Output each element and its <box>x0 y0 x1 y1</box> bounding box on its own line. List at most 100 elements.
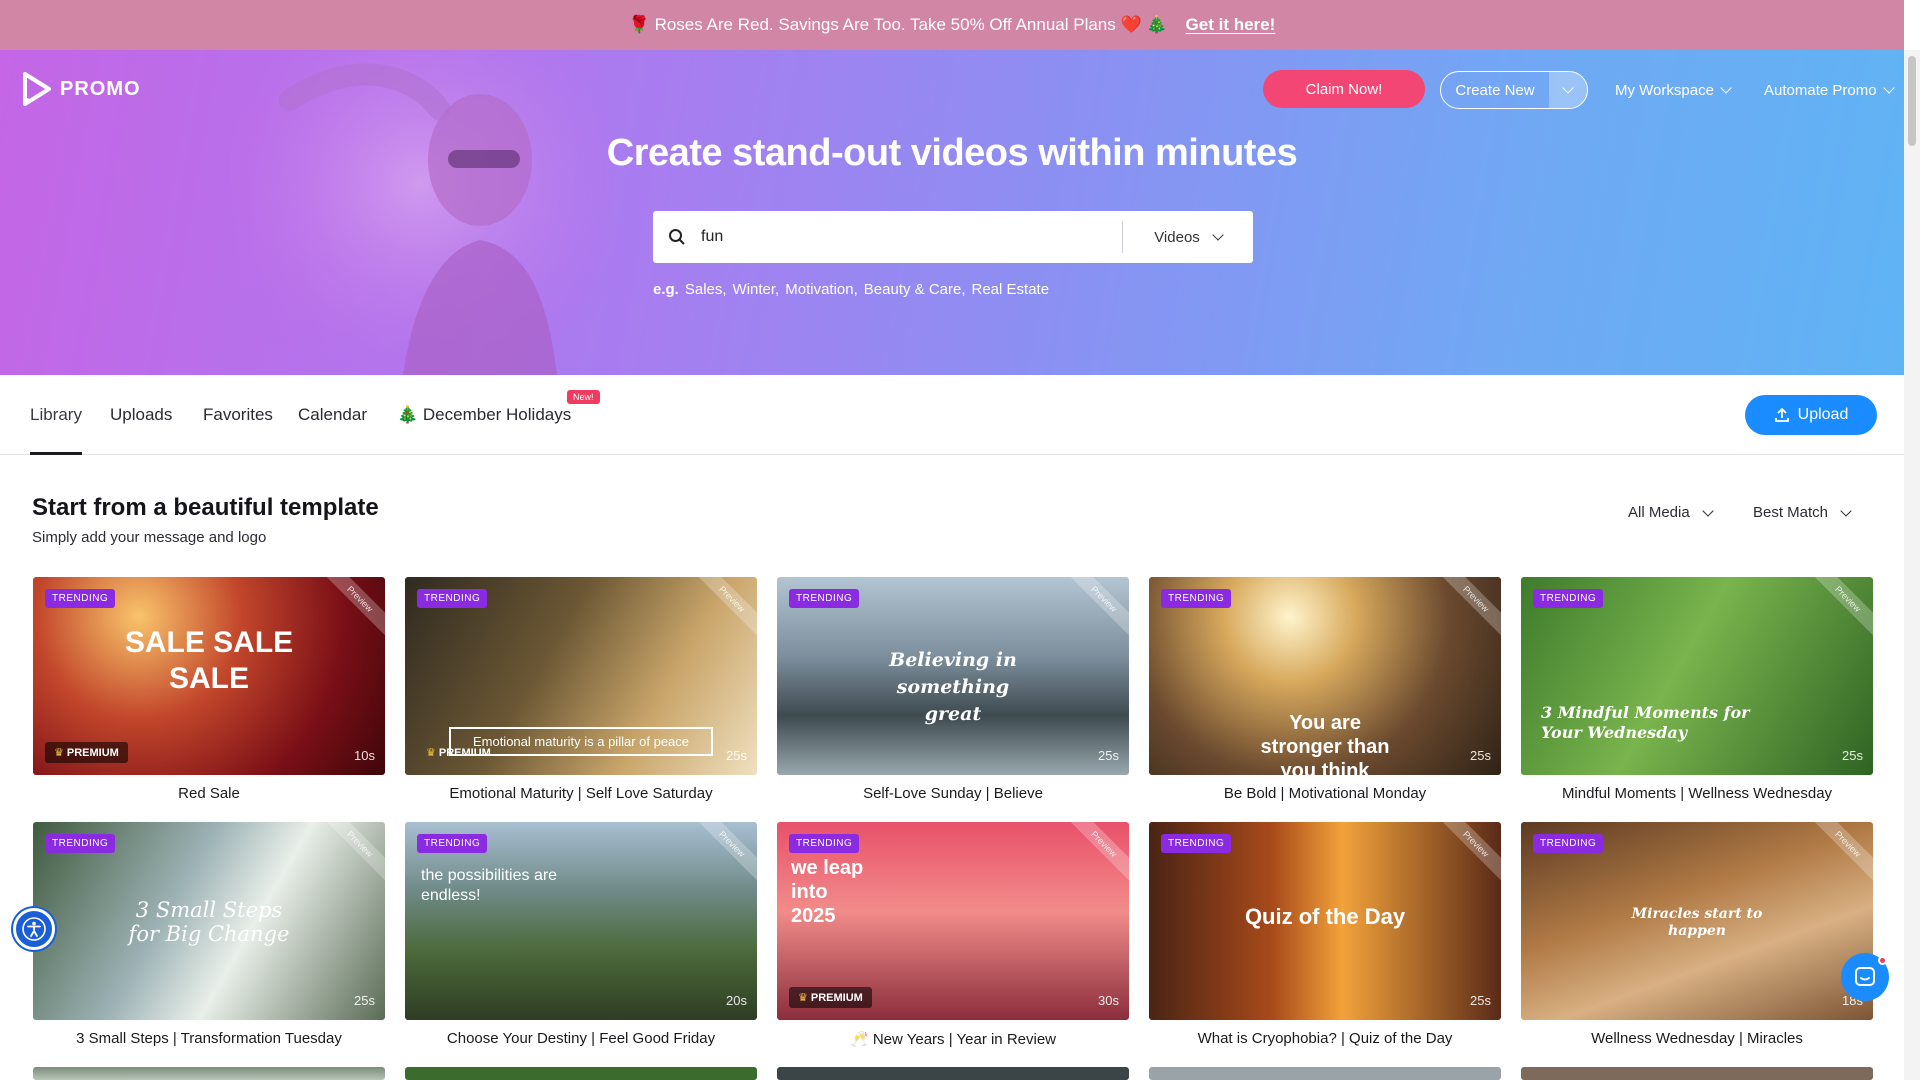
create-new-dropdown[interactable] <box>1549 72 1587 108</box>
template-thumbnail[interactable] <box>1149 1067 1501 1080</box>
template-card[interactable]: TRENDING Preview SALE SALE SALE ♛ PREMIUM… <box>33 577 385 802</box>
tab-calendar[interactable]: Calendar <box>298 405 367 455</box>
upload-button[interactable]: Upload <box>1745 395 1877 435</box>
trending-badge: TRENDING <box>789 589 860 608</box>
template-card[interactable]: TRENDING Preview Emotional maturity is a… <box>405 577 757 802</box>
template-thumbnail[interactable]: TRENDING Preview Emotional maturity is a… <box>405 577 757 775</box>
promo-banner-link[interactable]: Get it here! <box>1186 15 1276 35</box>
template-title[interactable]: What is Cryophobia? | Quiz of the Day <box>1149 1030 1501 1047</box>
search-examples: e.g. Sales, Winter, Motivation, Beauty &… <box>653 281 1049 298</box>
tab-december-holidays[interactable]: 🎄 December Holidays <box>397 405 571 455</box>
tab-library[interactable]: Library <box>30 405 82 455</box>
template-title[interactable]: Emotional Maturity | Self Love Saturday <box>405 785 757 802</box>
trending-badge: TRENDING <box>417 589 488 608</box>
template-title[interactable]: 🥂 New Years | Year in Review <box>777 1030 1129 1048</box>
template-title[interactable]: 3 Small Steps | Transformation Tuesday <box>33 1030 385 1047</box>
template-thumbnail[interactable]: TRENDING Preview Quiz of the Day 25s <box>1149 822 1501 1020</box>
my-workspace-label: My Workspace <box>1615 81 1714 99</box>
template-title[interactable]: Be Bold | Motivational Monday <box>1149 785 1501 802</box>
claim-now-button[interactable]: Claim Now! <box>1263 70 1425 108</box>
template-thumbnail[interactable]: TRENDING Preview Believing in something … <box>777 577 1129 775</box>
preview-ribbon: Preview <box>1059 822 1129 889</box>
preview-ribbon: Preview <box>687 577 757 644</box>
trending-badge: TRENDING <box>789 834 860 853</box>
chat-support-button[interactable] <box>1841 953 1889 1001</box>
template-thumbnail[interactable] <box>1521 1067 1873 1080</box>
create-new-button[interactable]: Create New <box>1440 71 1588 109</box>
preview-ribbon: Preview <box>315 822 385 889</box>
search-icon[interactable] <box>653 228 701 246</box>
accessibility-button[interactable] <box>13 908 55 950</box>
brand-logo[interactable]: PROMO <box>22 72 141 106</box>
template-overlay-text: SALE SALE SALE <box>124 626 294 695</box>
template-card[interactable]: TRENDING Preview You are stronger than y… <box>1149 577 1501 802</box>
new-badge: New! <box>567 390 600 404</box>
preview-ribbon: Preview <box>1431 822 1501 889</box>
template-duration: 25s <box>1470 993 1491 1008</box>
template-title[interactable]: Mindful Moments | Wellness Wednesday <box>1521 785 1873 802</box>
tab-uploads[interactable]: Uploads <box>110 405 172 455</box>
upload-label: Upload <box>1797 406 1849 423</box>
template-title[interactable]: Choose Your Destiny | Feel Good Friday <box>405 1030 757 1047</box>
template-overlay-text: Quiz of the Day <box>1244 904 1406 929</box>
template-duration: 20s <box>726 993 747 1008</box>
example-beauty-care[interactable]: Beauty & Care, <box>864 281 966 298</box>
trending-badge: TRENDING <box>1161 834 1232 853</box>
example-sales[interactable]: Sales, <box>685 281 727 298</box>
sort-filter[interactable]: Best Match <box>1753 504 1852 521</box>
example-motivation[interactable]: Motivation, <box>785 281 858 298</box>
my-workspace-menu[interactable]: My Workspace <box>1615 71 1732 109</box>
template-title[interactable]: Red Sale <box>33 785 385 802</box>
template-thumbnail[interactable]: TRENDING Preview SALE SALE SALE ♛ PREMIUM… <box>33 577 385 775</box>
template-thumbnail[interactable] <box>777 1067 1129 1080</box>
template-card[interactable]: TRENDING Preview 3 Small Steps for Big C… <box>33 822 385 1047</box>
media-filter[interactable]: All Media <box>1628 504 1714 521</box>
template-thumbnail[interactable]: TRENDING Preview Miracles start to happe… <box>1521 822 1873 1020</box>
preview-ribbon: Preview <box>687 822 757 889</box>
scrollbar-thumb[interactable] <box>1908 56 1916 146</box>
template-overlay-text: 3 Mindful Moments for Your Wednesday <box>1541 703 1750 742</box>
template-duration: 25s <box>1842 748 1863 763</box>
template-title[interactable]: Self-Love Sunday | Believe <box>777 785 1129 802</box>
template-card[interactable]: TRENDING Preview the possibilities are e… <box>405 822 757 1047</box>
search-type-label: Videos <box>1154 228 1200 246</box>
sort-filter-label: Best Match <box>1753 504 1829 521</box>
trending-badge: TRENDING <box>417 834 488 853</box>
template-card[interactable]: TRENDING Preview we leap into 2025 ♛ PREM… <box>777 822 1129 1048</box>
trending-badge: TRENDING <box>45 589 116 608</box>
template-thumbnail[interactable]: TRENDING Preview 3 Mindful Moments for Y… <box>1521 577 1873 775</box>
example-winter[interactable]: Winter, <box>733 281 780 298</box>
template-overlay-text: we leap into 2025 <box>791 857 864 927</box>
create-new-label[interactable]: Create New <box>1441 72 1549 108</box>
automate-promo-menu[interactable]: Automate Promo <box>1764 71 1895 109</box>
example-real-estate[interactable]: Real Estate <box>972 281 1050 298</box>
template-duration: 10s <box>354 748 375 763</box>
chevron-down-icon <box>1562 82 1574 94</box>
library-tabs: Library Uploads Favorites Calendar 🎄 Dec… <box>0 375 1904 455</box>
tab-favorites[interactable]: Favorites <box>203 405 273 455</box>
preview-ribbon: Preview <box>1803 822 1873 889</box>
template-thumbnail[interactable]: TRENDING Preview the possibilities are e… <box>405 822 757 1020</box>
template-card[interactable]: TRENDING Preview Miracles start to happe… <box>1521 822 1873 1047</box>
search-type-select[interactable]: Videos <box>1123 229 1253 246</box>
page-scrollbar[interactable] <box>1904 50 1920 1080</box>
premium-badge: ♛ PREMIUM <box>45 742 128 763</box>
template-card[interactable]: TRENDING Preview Believing in something … <box>777 577 1129 802</box>
hero-woman-photo <box>230 50 610 375</box>
upload-icon <box>1774 407 1789 422</box>
template-thumbnail[interactable]: TRENDING Preview 3 Small Steps for Big C… <box>33 822 385 1020</box>
search-input[interactable] <box>701 211 1122 263</box>
template-card[interactable]: TRENDING Preview Quiz of the Day 25s Wha… <box>1149 822 1501 1047</box>
template-thumbnail[interactable] <box>405 1067 757 1080</box>
template-overlay-text: 3 Small Steps for Big Change <box>128 898 290 946</box>
template-thumbnail[interactable]: TRENDING Preview You are stronger than y… <box>1149 577 1501 775</box>
automate-promo-label: Automate Promo <box>1764 81 1877 99</box>
template-card[interactable]: TRENDING Preview 3 Mindful Moments for Y… <box>1521 577 1873 802</box>
template-thumbnail[interactable]: TRENDING Preview we leap into 2025 ♛ PREM… <box>777 822 1129 1020</box>
template-title[interactable]: Wellness Wednesday | Miracles <box>1521 1030 1873 1047</box>
promo-banner: 🌹 Roses Are Red. Savings Are Too. Take 5… <box>0 0 1904 50</box>
promo-logo-icon <box>23 72 51 106</box>
chevron-down-icon <box>1212 229 1224 241</box>
brand-name: PROMO <box>60 77 141 100</box>
template-thumbnail[interactable] <box>33 1067 385 1080</box>
